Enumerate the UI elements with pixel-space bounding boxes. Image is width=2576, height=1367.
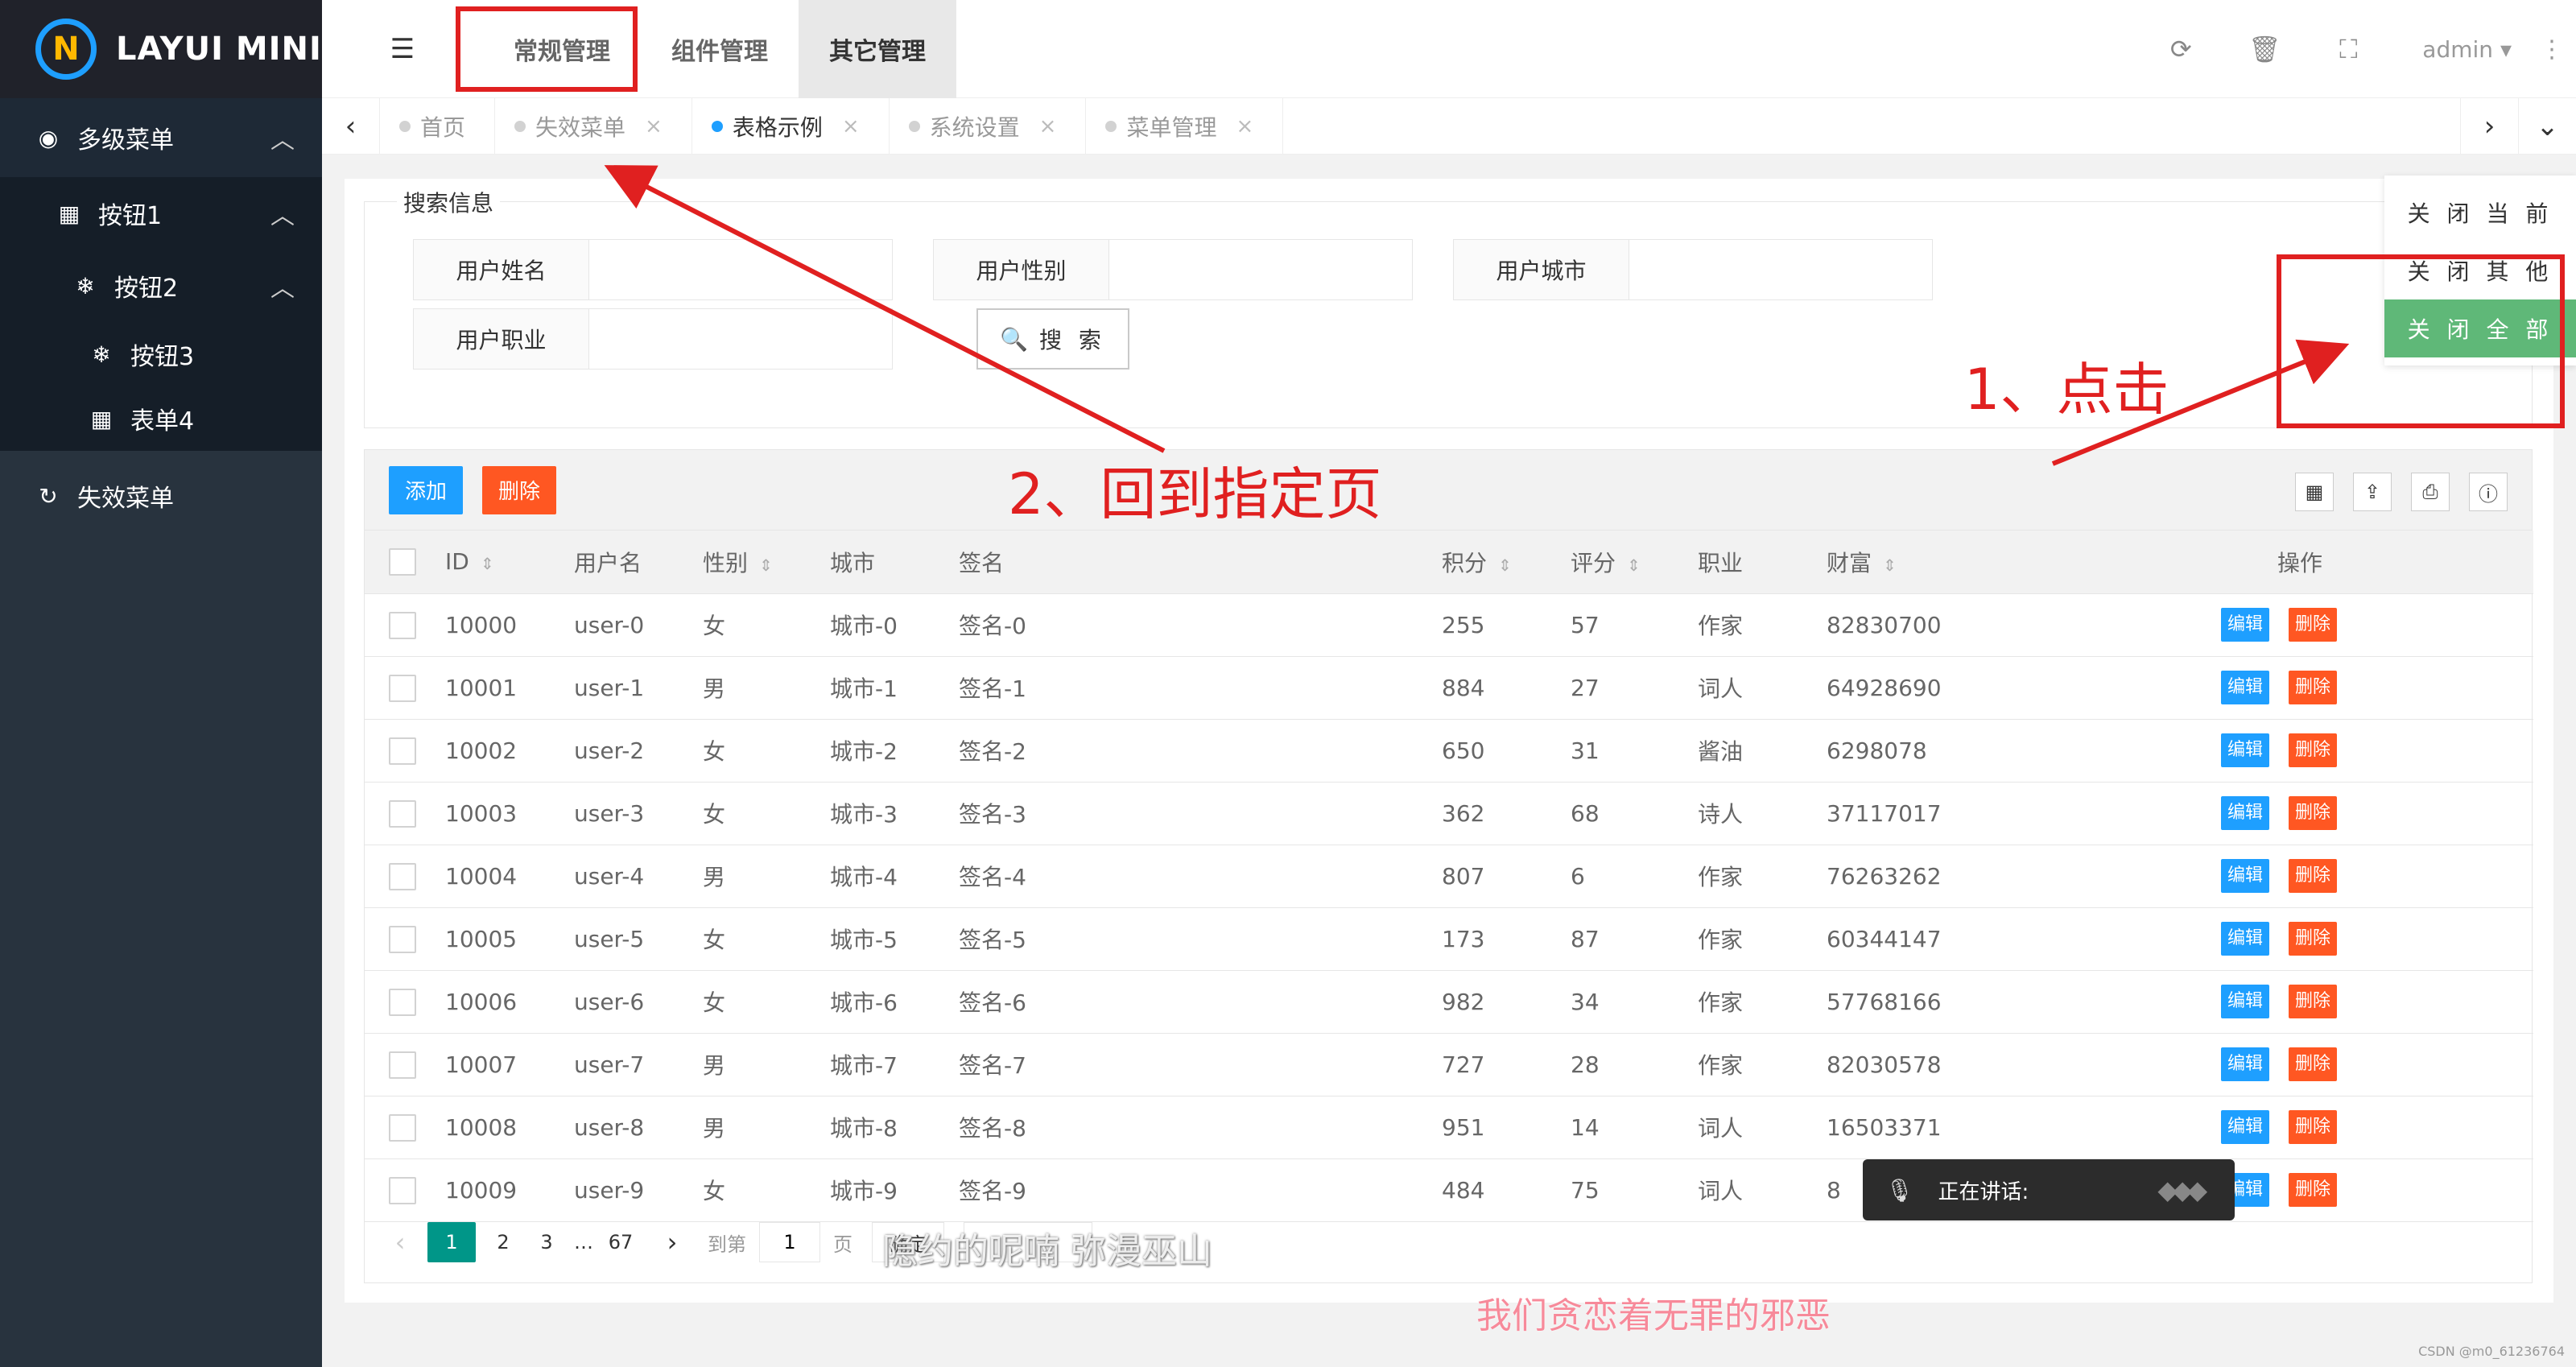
lyric-line-1: 隐约的呢喃 弥漫巫山 — [882, 1231, 1212, 1272]
arrow-to-close-all — [2051, 339, 2350, 466]
lyric-line-2: 我们贪恋着无罪的邪恶 — [1476, 1295, 1831, 1336]
annotation-arrows — [604, 165, 2350, 466]
arrow-to-tab — [604, 165, 1166, 453]
